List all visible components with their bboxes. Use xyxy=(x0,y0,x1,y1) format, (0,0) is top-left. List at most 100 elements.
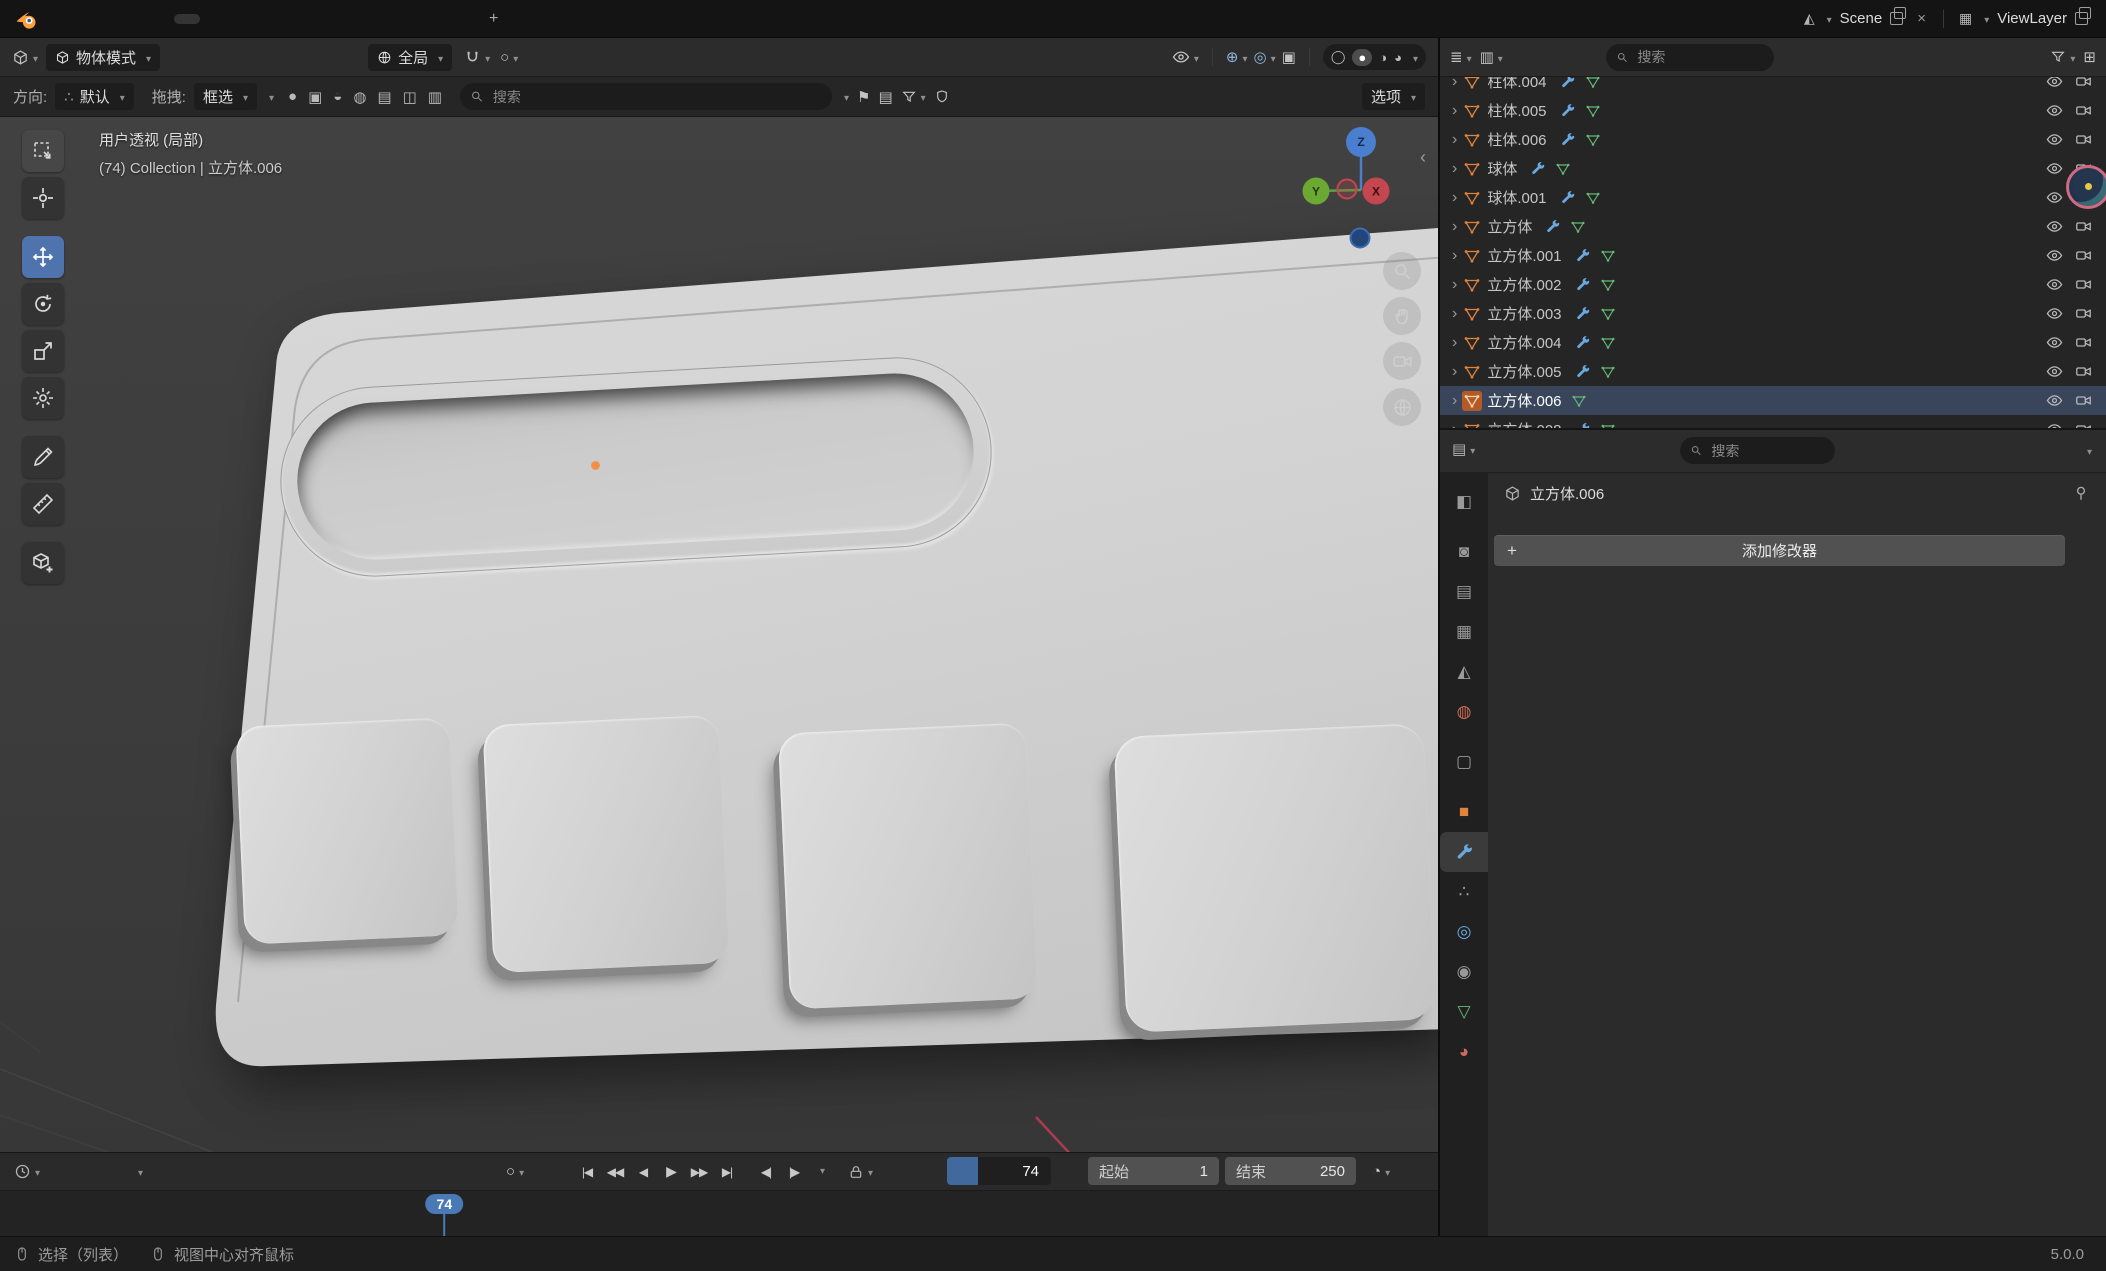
new-scene-icon[interactable] xyxy=(1890,12,1903,25)
object-name[interactable]: 立方体.008 xyxy=(1487,419,1561,428)
properties-tab-physics[interactable] xyxy=(1440,912,1488,952)
render-visibility-camera-icon[interactable] xyxy=(2075,276,2092,293)
render-visibility-camera-icon[interactable] xyxy=(2075,334,2092,351)
frame-end-field[interactable]: 结束 250 xyxy=(1225,1157,1356,1185)
expand-chevron-icon[interactable] xyxy=(1452,247,1457,265)
outliner-row[interactable]: 立方体.003 xyxy=(1440,299,2106,328)
tool-option-texture-grid[interactable] xyxy=(377,88,391,106)
hide-eye-icon[interactable] xyxy=(2046,160,2063,177)
topbar-menu-item[interactable] xyxy=(48,15,70,23)
shading-rendered[interactable] xyxy=(1394,50,1402,65)
topbar-menu-item[interactable] xyxy=(92,15,114,23)
key-mesh-2[interactable] xyxy=(482,715,729,973)
properties-tab-collection[interactable] xyxy=(1440,742,1488,782)
frame-start-field[interactable]: 起始 1 xyxy=(1088,1157,1219,1185)
outliner-editor-type-icon[interactable]: ≣ xyxy=(1450,48,1472,66)
shading-wireframe[interactable] xyxy=(1331,49,1346,65)
tool-option-mask-square[interactable] xyxy=(308,88,322,106)
gizmo-axis-y[interactable]: Y xyxy=(1303,178,1330,205)
properties-tab-render[interactable] xyxy=(1440,532,1488,572)
proportional-editing-icon[interactable]: ○ xyxy=(500,49,518,66)
hide-eye-icon[interactable] xyxy=(2046,305,2063,322)
outliner-row[interactable]: 立方体.001 xyxy=(1440,241,2106,270)
timeline-editor-type-icon[interactable] xyxy=(14,1153,40,1190)
expand-chevron-icon[interactable] xyxy=(1452,421,1457,429)
hide-eye-icon[interactable] xyxy=(2046,77,2063,90)
direction-dropdown[interactable]: ∴ 默认 xyxy=(55,83,134,110)
tool-transform[interactable] xyxy=(22,377,64,419)
hide-eye-icon[interactable] xyxy=(2046,276,2063,293)
workspace-tab-rendering[interactable] xyxy=(370,14,396,24)
viewlayer-dropdown[interactable] xyxy=(1980,10,1989,27)
transform-orientation-dropdown[interactable]: 全局 xyxy=(368,44,452,71)
gizmos-toggle[interactable]: ⊕ xyxy=(1226,48,1248,66)
properties-tab-data[interactable] xyxy=(1440,992,1488,1032)
properties-options-chevron[interactable] xyxy=(2083,442,2092,459)
key-mesh-4[interactable] xyxy=(1113,723,1436,1033)
lock-icon[interactable] xyxy=(848,1153,873,1190)
visibility-dropdown[interactable] xyxy=(1172,48,1199,66)
tool-move[interactable] xyxy=(22,236,64,278)
panel-collapse-chevron[interactable] xyxy=(265,88,274,105)
transport-jump-start[interactable] xyxy=(573,1165,601,1179)
add-modifier-button[interactable]: + 添加修改器 xyxy=(1494,535,2065,566)
zoom-button[interactable] xyxy=(1383,252,1421,290)
editor-type-icon[interactable] xyxy=(12,49,38,66)
expand-chevron-icon[interactable] xyxy=(1452,334,1457,352)
workspace-tab-scripting[interactable] xyxy=(454,14,480,24)
navigation-gizmo[interactable]: Z Y X xyxy=(1290,121,1438,261)
workspace-tab-sculpting[interactable] xyxy=(230,14,256,24)
expand-chevron-icon[interactable] xyxy=(1452,218,1457,236)
viewlayer-name[interactable]: ViewLayer xyxy=(1997,10,2067,27)
object-name[interactable]: 球体.001 xyxy=(1487,187,1546,208)
properties-tab-material[interactable] xyxy=(1440,1032,1488,1072)
scene-dropdown[interactable] xyxy=(1823,10,1832,27)
object-name[interactable]: 柱体.004 xyxy=(1487,77,1546,92)
hide-eye-icon[interactable] xyxy=(2046,363,2063,380)
properties-tab-object[interactable] xyxy=(1440,792,1488,832)
timeline-playhead[interactable]: 74 xyxy=(426,1194,464,1214)
keying-set-icon[interactable]: ○ xyxy=(506,1153,524,1190)
object-name[interactable]: 立方体.003 xyxy=(1487,303,1561,324)
expand-chevron-icon[interactable] xyxy=(1452,305,1457,323)
tool-option-pads[interactable] xyxy=(428,88,442,106)
render-visibility-camera-icon[interactable] xyxy=(2075,363,2092,380)
expand-chevron-icon[interactable] xyxy=(1452,77,1457,91)
viewport-menu-item[interactable] xyxy=(182,53,204,61)
transport-prev-keyframe[interactable] xyxy=(601,1165,629,1179)
viewport-3d[interactable]: 用户透视 (局部) (74) Collection | 立方体.006 xyxy=(0,117,1438,1152)
outliner-row[interactable]: 球体.001 xyxy=(1440,183,2106,212)
outliner-row[interactable]: 球体 xyxy=(1440,154,2106,183)
expand-chevron-icon[interactable] xyxy=(1452,189,1457,207)
expand-chevron-icon[interactable] xyxy=(1452,131,1457,149)
outliner-row[interactable]: 柱体.004 xyxy=(1440,77,2106,96)
tool-scale[interactable] xyxy=(22,330,64,372)
render-visibility-camera-icon[interactable] xyxy=(2075,102,2092,119)
sidebar-collapse-arrow[interactable]: ‹ xyxy=(1420,147,1426,168)
viewport-menu-item[interactable] xyxy=(226,53,248,61)
unlink-scene-icon[interactable]: × xyxy=(1915,10,1928,27)
hide-eye-icon[interactable] xyxy=(2046,392,2063,409)
frame-step-dropdown[interactable] xyxy=(816,1153,825,1190)
properties-tab-constraints[interactable] xyxy=(1440,952,1488,992)
expand-chevron-icon[interactable] xyxy=(1452,102,1457,120)
transport-play[interactable] xyxy=(657,1163,685,1180)
proportional-falloff-dropdown[interactable] xyxy=(509,49,518,66)
outliner-row[interactable]: 立方体.002 xyxy=(1440,270,2106,299)
breadcrumb-object-name[interactable]: 立方体.006 xyxy=(1530,483,1604,504)
workspace-tab-uv-editing[interactable] xyxy=(258,14,284,24)
hide-eye-icon[interactable] xyxy=(2046,247,2063,264)
viewport-menu-item[interactable] xyxy=(204,53,226,61)
overlays-toggle[interactable]: ◎ xyxy=(1254,48,1276,66)
key-mesh-3[interactable] xyxy=(778,723,1038,1010)
shield-icon[interactable] xyxy=(934,89,950,105)
properties-tab-modifiers[interactable] xyxy=(1440,832,1488,872)
tool-option-overlap-squares[interactable] xyxy=(403,88,417,106)
filter-funnel-icon[interactable] xyxy=(901,88,926,105)
shading-solid[interactable] xyxy=(1352,49,1372,66)
tool-add-cube[interactable] xyxy=(22,542,64,584)
object-name[interactable]: 柱体.005 xyxy=(1487,100,1546,121)
render-visibility-camera-icon[interactable] xyxy=(2075,131,2092,148)
render-visibility-camera-icon[interactable] xyxy=(2075,305,2092,322)
current-frame-field[interactable]: 74 xyxy=(947,1157,1051,1185)
